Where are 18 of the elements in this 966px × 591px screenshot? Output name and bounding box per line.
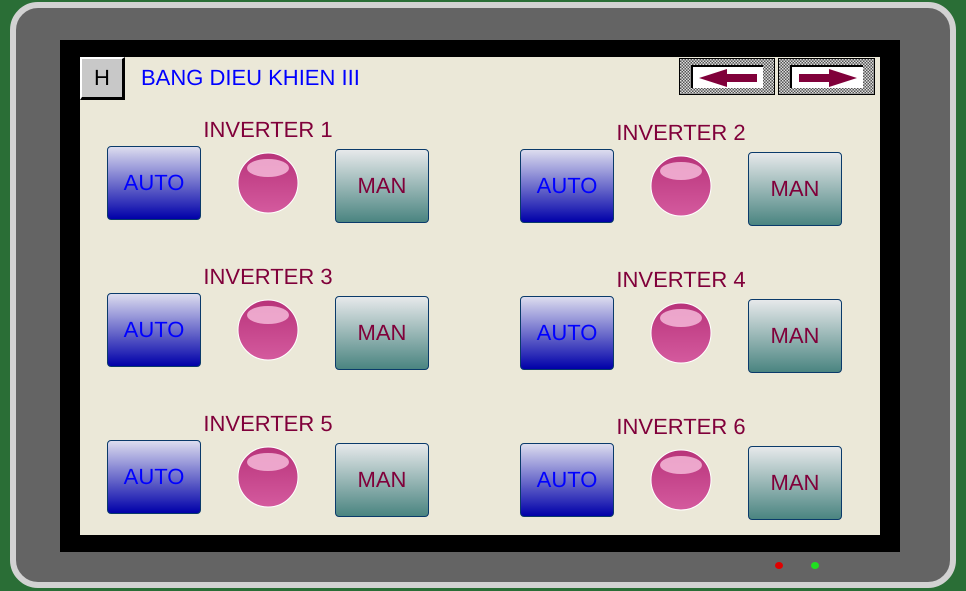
inverter-label: INVERTER 2	[616, 120, 746, 146]
manual-button[interactable]: MAN	[335, 443, 429, 517]
inverter-label: INVERTER 5	[203, 411, 333, 437]
manual-button[interactable]: MAN	[748, 299, 842, 373]
inverter-label: INVERTER 6	[616, 414, 746, 440]
manual-button[interactable]: MAN	[335, 149, 429, 223]
inverter-label: INVERTER 4	[616, 267, 746, 293]
right-arrow-icon	[798, 68, 856, 86]
back-button[interactable]	[679, 58, 775, 95]
left-arrow-icon	[699, 68, 757, 86]
manual-button[interactable]: MAN	[748, 152, 842, 226]
forward-button[interactable]	[778, 58, 875, 95]
manual-button[interactable]: MAN	[335, 296, 429, 370]
home-button[interactable]: H	[80, 57, 125, 100]
inverter-label: INVERTER 3	[203, 264, 333, 290]
inverter-label: INVERTER 1	[203, 117, 333, 143]
panel-title: BANG DIEU KHIEN III	[141, 65, 360, 91]
manual-button[interactable]: MAN	[748, 446, 842, 520]
